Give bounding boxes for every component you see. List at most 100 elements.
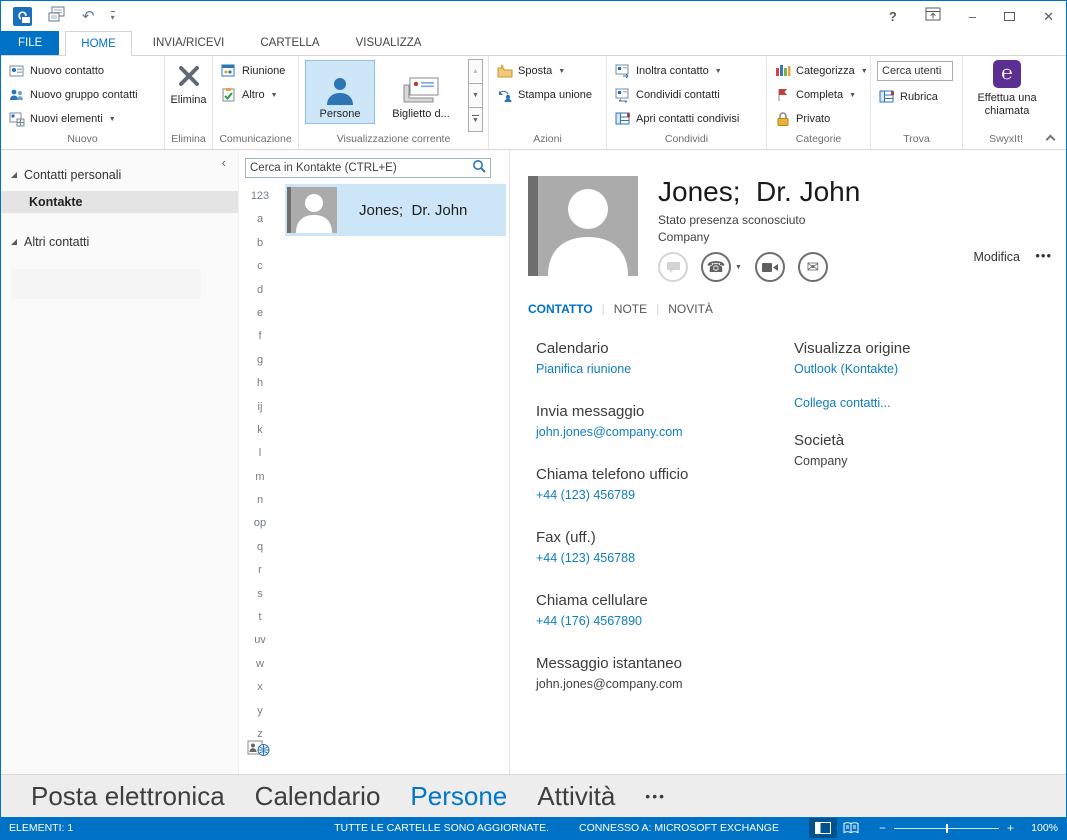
make-call-button[interactable]: ℮ Effettua una chiamata (969, 60, 1045, 118)
index-letter[interactable]: z (257, 728, 263, 740)
tab-notes[interactable]: NOTE (614, 302, 647, 316)
search-contacts-input[interactable] (246, 162, 472, 174)
index-letter[interactable]: op (254, 517, 266, 529)
contact-list-item[interactable]: Jones; Dr. John (285, 184, 506, 236)
follow-up-flag-icon (775, 87, 791, 103)
tab-contact[interactable]: CONTATTO (528, 302, 593, 316)
index-letter[interactable]: e (257, 307, 263, 319)
move-button[interactable]: Sposta ▼ (495, 59, 602, 83)
zoom-slider[interactable] (894, 828, 999, 829)
email-icon[interactable]: ✉ (798, 252, 828, 282)
tab-home[interactable]: HOME (65, 31, 132, 56)
gallery-scroll-up-icon[interactable]: ▲ (468, 59, 483, 84)
view-people-button[interactable]: Persone (305, 60, 375, 124)
send-receive-icon[interactable] (48, 6, 66, 27)
folder-kontakte[interactable]: Kontakte (1, 191, 238, 213)
new-contact-button[interactable]: Nuovo contatto (7, 59, 160, 83)
index-letter[interactable]: a (257, 213, 263, 225)
categorize-button[interactable]: Categorizza ▼ (773, 59, 866, 83)
address-book-button[interactable]: Rubrica (877, 85, 958, 109)
edit-contact-link[interactable]: Modifica (973, 250, 1020, 264)
undo-icon[interactable]: ↶ (82, 9, 95, 24)
private-button[interactable]: Privato (773, 107, 866, 131)
schedule-meeting-link[interactable]: Pianifica riunione (536, 362, 794, 376)
new-items-button[interactable]: Nuovi elementi ▼ (7, 107, 160, 131)
index-letter[interactable]: w (256, 658, 264, 670)
index-letter[interactable]: x (257, 681, 263, 693)
index-letter[interactable]: b (257, 237, 263, 249)
video-call-icon[interactable] (755, 252, 785, 282)
mobile-link[interactable]: +44 (176) 4567890 (536, 614, 794, 628)
section-my-contacts[interactable]: Contatti personali (11, 164, 238, 186)
work-phone-link[interactable]: +44 (123) 456789 (536, 488, 794, 502)
nav-calendar[interactable]: Calendario (255, 781, 381, 812)
tab-folder[interactable]: CARTELLA (245, 31, 334, 55)
index-letter[interactable]: d (257, 284, 263, 296)
zoom-in-icon[interactable]: + (1007, 821, 1014, 835)
open-shared-contacts-button[interactable]: Apri contatti condivisi (613, 107, 762, 131)
view-business-card-button[interactable]: Biglietto d... (378, 60, 464, 124)
new-items-label: Nuovi elementi (30, 113, 103, 125)
minimize-folder-pane-icon[interactable]: ‹ (222, 155, 226, 170)
call-icon[interactable]: ☎ (701, 252, 731, 282)
index-letter[interactable]: uv (254, 634, 266, 646)
tab-send-receive[interactable]: INVIA/RICEVI (138, 31, 240, 55)
index-letter[interactable]: h (257, 377, 263, 389)
close-icon[interactable]: ✕ (1043, 10, 1054, 23)
source-link[interactable]: Outlook (Kontakte) (794, 362, 1066, 376)
gallery-more-icon[interactable]: ▼ (468, 107, 483, 132)
mail-merge-button[interactable]: Stampa unione (495, 83, 602, 107)
index-letter[interactable]: c (257, 260, 263, 272)
tab-view[interactable]: VISUALIZZA (341, 31, 437, 55)
meeting-button[interactable]: Riunione (219, 59, 294, 83)
nav-mail[interactable]: Posta elettronica (31, 781, 225, 812)
help-icon[interactable]: ? (889, 10, 897, 23)
index-letter[interactable]: r (258, 564, 262, 576)
gallery-scroll-down-icon[interactable]: ▼ (468, 83, 483, 108)
ribbon-display-options-icon[interactable] (925, 7, 941, 26)
nav-tasks[interactable]: Attività (537, 781, 615, 812)
fax-link[interactable]: +44 (123) 456788 (536, 551, 794, 565)
index-letter[interactable]: ij (258, 401, 263, 413)
zoom-level[interactable]: 100% (1024, 822, 1058, 834)
index-letter[interactable]: l (259, 447, 261, 459)
search-contacts-box[interactable] (245, 158, 491, 178)
call-options-arrow-icon[interactable]: ▼ (735, 264, 742, 271)
chat-icon[interactable] (658, 252, 688, 282)
tab-whats-new[interactable]: NOVITÀ (668, 302, 713, 316)
index-letter[interactable]: f (258, 330, 261, 342)
forward-contact-button[interactable]: Inoltra contatto ▼ (613, 59, 762, 83)
index-letter[interactable]: k (257, 424, 263, 436)
search-people-box[interactable]: Cerca utenti (877, 61, 953, 81)
section-other-contacts[interactable]: Altri contatti (11, 231, 238, 253)
customize-quick-access-icon[interactable]: ▾ (111, 11, 115, 22)
index-letter[interactable]: 123 (251, 190, 269, 202)
index-letter[interactable]: g (257, 354, 263, 366)
index-letter[interactable]: t (258, 611, 261, 623)
zoom-slider-thumb[interactable] (946, 824, 948, 833)
nav-more-icon[interactable]: ••• (645, 788, 666, 804)
index-letter[interactable]: q (257, 541, 263, 553)
more-options-icon[interactable]: ••• (1035, 248, 1052, 263)
zoom-out-icon[interactable]: − (879, 821, 886, 835)
minimize-icon[interactable]: – (969, 10, 976, 23)
nav-people[interactable]: Persone (410, 781, 507, 812)
share-contacts-button[interactable]: Condividi contatti (613, 83, 762, 107)
maximize-icon[interactable] (1004, 12, 1015, 21)
index-letter[interactable]: y (257, 705, 263, 717)
search-icon[interactable] (472, 159, 486, 178)
index-letter[interactable]: s (257, 588, 263, 600)
tab-file[interactable]: FILE (1, 31, 59, 55)
directory-search-icon[interactable] (247, 740, 271, 762)
folder-pane: ‹ Contatti personali Kontakte Altri cont… (1, 150, 239, 774)
index-letter[interactable]: n (257, 494, 263, 506)
index-letter[interactable]: m (255, 471, 264, 483)
reading-view-icon[interactable] (837, 818, 865, 838)
new-contact-group-button[interactable]: Nuovo gruppo contatti (7, 83, 160, 107)
email-link[interactable]: john.jones@company.com (536, 425, 794, 439)
follow-up-button[interactable]: Completa ▼ (773, 83, 866, 107)
link-contacts-link[interactable]: Collega contatti... (794, 396, 1066, 410)
more-communication-button[interactable]: Altro ▼ (219, 83, 294, 107)
delete-button[interactable]: Elimina (165, 56, 212, 132)
normal-view-icon[interactable] (809, 818, 837, 838)
